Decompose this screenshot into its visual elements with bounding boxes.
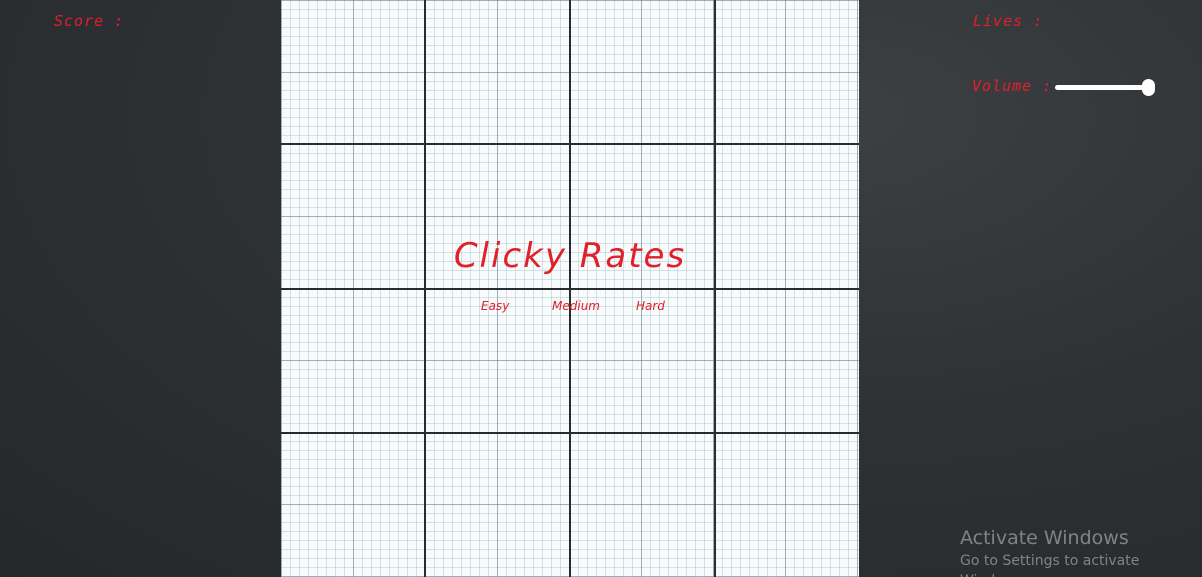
grid-line bbox=[281, 432, 859, 434]
watermark-title: Activate Windows bbox=[960, 527, 1129, 549]
watermark-subtitle: Go to Settings to activate Windows. bbox=[960, 553, 1140, 577]
grid-line bbox=[281, 143, 859, 145]
grid-line bbox=[281, 288, 859, 290]
lives-label: Lives : bbox=[973, 12, 1044, 30]
volume-slider-thumb[interactable] bbox=[1142, 79, 1155, 96]
volume-slider-track[interactable] bbox=[1055, 85, 1150, 90]
score-label: Score : bbox=[54, 12, 125, 30]
volume-label: Volume : bbox=[972, 77, 1053, 95]
difficulty-medium-button[interactable]: Medium bbox=[552, 299, 600, 313]
game-board[interactable]: Clicky Rates Easy Medium Hard bbox=[281, 0, 859, 577]
activation-watermark: Activate Windows Go to Settings to activ… bbox=[960, 527, 1202, 577]
game-title: Clicky Rates bbox=[453, 236, 687, 276]
difficulty-hard-button[interactable]: Hard bbox=[636, 299, 665, 313]
difficulty-easy-button[interactable]: Easy bbox=[481, 299, 509, 313]
